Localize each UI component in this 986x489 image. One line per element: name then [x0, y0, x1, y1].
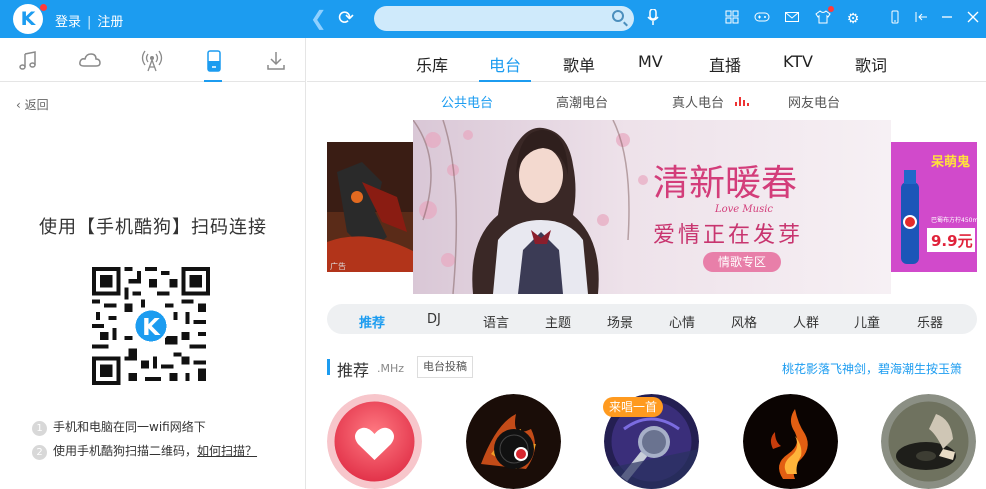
- subtab-public[interactable]: 公共电台: [441, 92, 493, 111]
- subtab-climax[interactable]: 高潮电台: [556, 92, 608, 111]
- download-icon[interactable]: [264, 50, 288, 74]
- how-to-scan-link[interactable]: 如何扫描？: [197, 444, 257, 458]
- app-logo[interactable]: K: [13, 4, 43, 34]
- tab-live[interactable]: 直播: [709, 52, 741, 76]
- radio-tower-icon[interactable]: [140, 50, 164, 74]
- category-instrument[interactable]: 乐器: [917, 312, 943, 331]
- category-kids[interactable]: 儿童: [854, 312, 880, 331]
- station-card[interactable]: [743, 394, 838, 489]
- login-link[interactable]: 登录: [55, 15, 81, 30]
- mobile-phone-icon[interactable]: [202, 50, 226, 74]
- promo-link[interactable]: 桃花影落飞神剑，碧海潮生按玉箫: [782, 360, 962, 377]
- active-tab-indicator: [479, 80, 531, 82]
- equalizer-icon: [735, 96, 749, 106]
- banner-tagline: 爱情正在发芽: [653, 223, 803, 248]
- search-input[interactable]: [374, 6, 634, 31]
- side-banner-right[interactable]: 呆萌鬼 巴蜀布方柠450ml 9.9元: [891, 142, 977, 272]
- cloud-icon[interactable]: [78, 50, 102, 74]
- phone-icon[interactable]: [886, 10, 904, 28]
- category-recommend[interactable]: 推荐: [359, 312, 385, 331]
- mini-mode-icon[interactable]: [912, 10, 930, 28]
- refresh-icon[interactable]: ⟳: [338, 7, 354, 29]
- section-title: 推荐: [337, 361, 370, 380]
- divider: |: [87, 15, 92, 30]
- subtab-real-person[interactable]: 真人电台: [672, 92, 724, 111]
- ad-label: 广告: [330, 261, 346, 271]
- title-bar: K 登录 | 注册 ❮ ⟳ ⚙: [0, 0, 986, 38]
- qr-title: 使用【手机酷狗】扫码连接: [39, 217, 267, 238]
- main-content: 乐库 电台 歌单 MV 直播 KTV 歌词 公共电台 高潮电台 真人电台 网友电…: [307, 38, 986, 489]
- minimize-icon[interactable]: [938, 10, 956, 28]
- shirt-badge: [828, 6, 834, 12]
- submit-radio-button[interactable]: 电台投稿: [417, 356, 473, 378]
- close-icon[interactable]: [964, 10, 982, 28]
- grid-icon[interactable]: [723, 10, 741, 28]
- tab-playlist[interactable]: 歌单: [563, 52, 595, 76]
- step-number: 1: [32, 421, 47, 436]
- chevron-left-icon: ‹: [16, 98, 21, 112]
- svg-text:K: K: [142, 315, 161, 341]
- station-card[interactable]: [327, 394, 422, 489]
- category-theme[interactable]: 主题: [545, 312, 571, 331]
- shirt-icon[interactable]: [814, 10, 832, 28]
- back-arrow-icon[interactable]: ❮: [310, 8, 327, 28]
- category-language[interactable]: 语言: [483, 312, 509, 331]
- side-banner-left[interactable]: 广告: [327, 142, 415, 272]
- step-2: 2 使用手机酷狗扫描二维码，如何扫描？: [32, 442, 257, 460]
- tab-lyrics[interactable]: 歌词: [855, 52, 887, 76]
- ad-title: 呆萌鬼: [930, 154, 970, 170]
- account-links: 登录 | 注册: [55, 11, 123, 30]
- search-icon[interactable]: [612, 10, 624, 22]
- step-text: 手机和电脑在同一wifi网络下: [53, 420, 206, 434]
- subtab-netizen[interactable]: 网友电台: [788, 92, 840, 111]
- section-marker: [327, 359, 330, 375]
- sing-badge: 来唱一首: [603, 397, 664, 417]
- music-note-icon[interactable]: [16, 50, 40, 74]
- category-style[interactable]: 风格: [731, 312, 757, 331]
- qr-code: K: [92, 267, 210, 385]
- banner-subtitle: Love Music: [714, 204, 773, 215]
- sidebar: ‹ 返回 使用【手机酷狗】扫码连接 K 1 手机和电脑在同一wifi网络下 2 使用…: [0, 38, 306, 489]
- notification-dot: [40, 4, 47, 11]
- ad-price: 9.9元: [931, 232, 973, 250]
- category-dj[interactable]: DJ: [427, 312, 441, 327]
- tab-ktv[interactable]: KTV: [783, 52, 813, 71]
- category-scene[interactable]: 场景: [607, 312, 633, 331]
- gear-icon[interactable]: ⚙: [844, 10, 862, 28]
- back-link[interactable]: ‹ 返回: [16, 96, 49, 113]
- station-card[interactable]: [881, 394, 976, 489]
- tab-library[interactable]: 乐库: [416, 52, 448, 76]
- ad-text: 巴蜀布方柠450ml: [931, 216, 977, 224]
- back-label: 返回: [24, 98, 49, 112]
- banner-button: 情歌专区: [718, 254, 766, 269]
- main-tabs: 乐库 电台 歌单 MV 直播 KTV 歌词: [307, 38, 986, 82]
- section-unit: .MHz: [377, 362, 405, 375]
- mic-icon[interactable]: [647, 9, 659, 26]
- gamepad-icon[interactable]: [753, 10, 771, 28]
- register-link[interactable]: 注册: [97, 15, 123, 30]
- category-mood[interactable]: 心情: [669, 312, 695, 331]
- step-1: 1 手机和电脑在同一wifi网络下: [32, 418, 206, 436]
- step-number: 2: [32, 445, 47, 460]
- tab-radio[interactable]: 电台: [489, 52, 521, 76]
- main-banner[interactable]: 清新暖春 Love Music 爱情正在发芽 情歌专区: [413, 120, 891, 294]
- banner-title: 清新暖春: [653, 163, 797, 204]
- tab-mv[interactable]: MV: [638, 52, 663, 71]
- category-crowd[interactable]: 人群: [793, 312, 819, 331]
- active-tab-indicator: [204, 80, 222, 82]
- sidebar-tabs: [0, 38, 305, 82]
- step-text: 使用手机酷狗扫描二维码，: [53, 444, 198, 458]
- mail-icon[interactable]: [783, 10, 801, 28]
- station-card[interactable]: [466, 394, 561, 489]
- category-bar: 推荐 DJ 语言 主题 场景 心情 风格 人群 儿童 乐器: [327, 304, 977, 334]
